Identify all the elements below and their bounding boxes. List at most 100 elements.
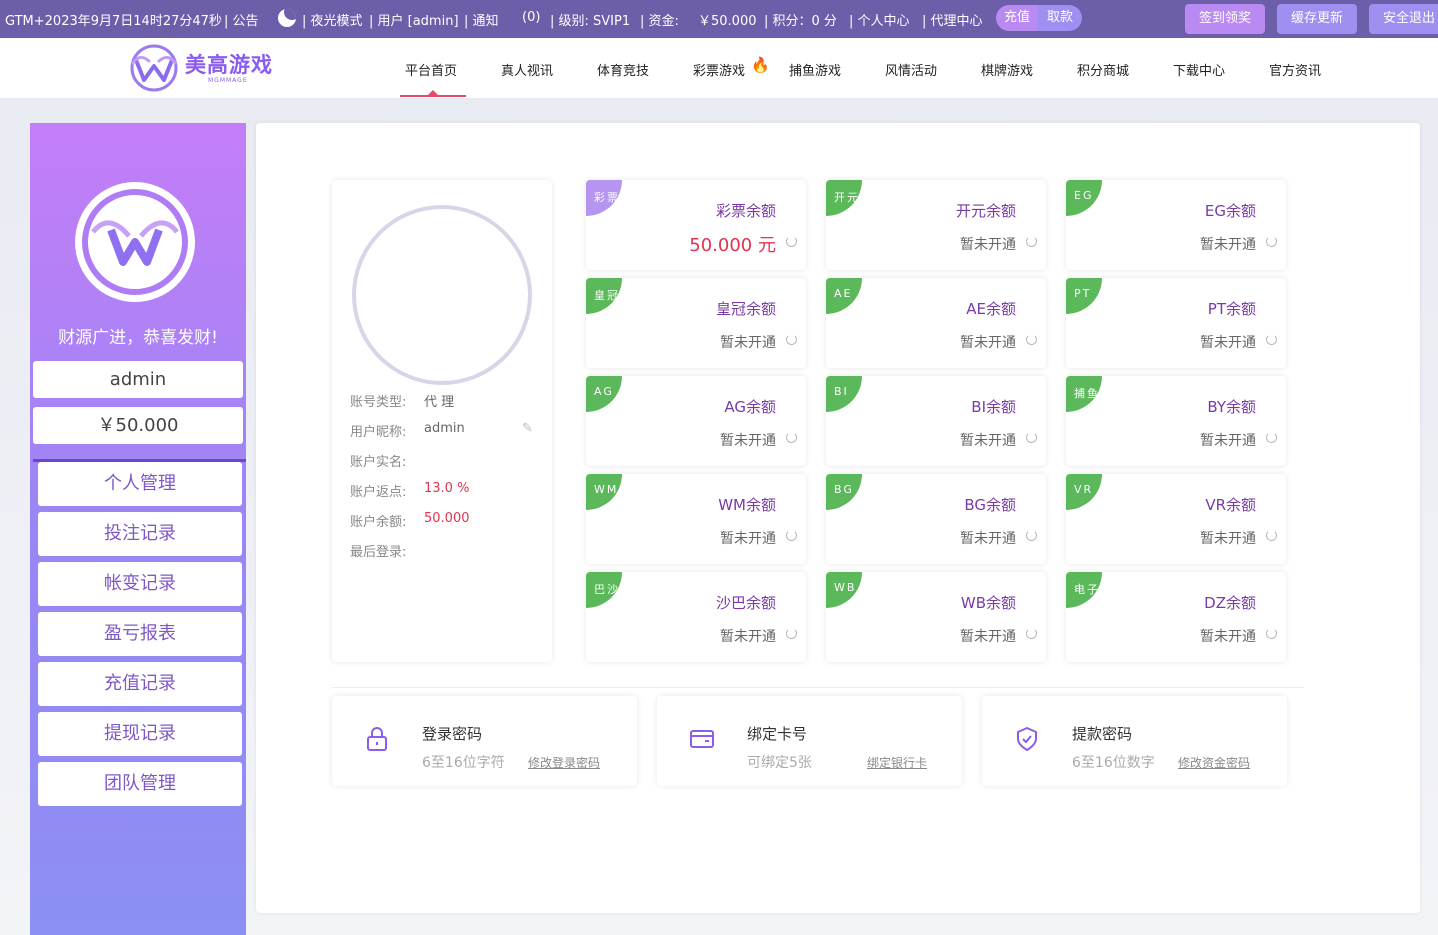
nav-points-mall[interactable]: 积分商城 xyxy=(1077,60,1129,79)
change-login-password-link[interactable]: 修改登录密码 xyxy=(528,754,600,771)
refresh-icon[interactable] xyxy=(1026,530,1037,541)
wallet-title: WB余额 xyxy=(960,594,1016,612)
points-label: | 积分：0 分 xyxy=(764,14,837,29)
wallet-tag: AG xyxy=(594,385,614,398)
sidebar-item-team[interactable]: 团队管理 xyxy=(38,762,242,806)
wallet-status: 暂未开通 xyxy=(720,335,776,351)
profile-label: 账号类型: xyxy=(350,395,407,410)
profile-account-type: 代 理 xyxy=(424,395,455,410)
profile-card: 账号类型: 代 理 用户昵称: admin ✎ 账户实名: 账户返点: 13.0… xyxy=(332,180,552,662)
wallet-title: EG余额 xyxy=(1204,202,1256,220)
wallet-status: 暂未开通 xyxy=(960,335,1016,351)
nav-chess[interactable]: 棋牌游戏 xyxy=(981,60,1033,79)
nav-fishing[interactable]: 捕鱼游戏 xyxy=(789,60,841,79)
section-divider xyxy=(332,687,1304,688)
recharge-button[interactable]: 充值 xyxy=(996,5,1038,31)
refresh-icon[interactable] xyxy=(786,334,797,345)
nav-download[interactable]: 下载中心 xyxy=(1173,60,1225,79)
profile-label: 账户返点: xyxy=(350,485,407,500)
refresh-icon[interactable] xyxy=(1266,530,1277,541)
wallet-status: 暂未开通 xyxy=(1200,433,1256,449)
wallet-title: BG余额 xyxy=(964,496,1016,514)
wallet-tag-badge: AE xyxy=(826,278,862,314)
wallet-tag-badge: 开元 xyxy=(826,180,862,216)
card-icon xyxy=(690,730,714,748)
nav-home[interactable]: 平台首页 xyxy=(405,60,457,79)
wallet-status: 暂未开通 xyxy=(1200,531,1256,547)
logo-text: 美高游戏 xyxy=(185,52,273,77)
wallet-tag-badge: 彩票 xyxy=(586,180,622,216)
wallet-tag-badge: EG xyxy=(1066,180,1102,216)
wallet-card: 彩票 彩票余额 50.000 元 xyxy=(586,180,806,270)
nav-events[interactable]: 风情活动 xyxy=(885,60,937,79)
sidebar-item-profit-report[interactable]: 盈亏报表 xyxy=(38,612,242,656)
nav-active-underline xyxy=(400,95,466,97)
wallet-card: BG BG余额 暂未开通 xyxy=(826,474,1046,564)
wallet-tag: 彩票 xyxy=(594,191,620,204)
refresh-icon[interactable] xyxy=(1266,628,1277,639)
wallet-title: VR余额 xyxy=(1205,496,1256,514)
sidebar-item-bets[interactable]: 投注记录 xyxy=(38,512,242,556)
notice-link[interactable]: | 公告 xyxy=(224,10,259,29)
refresh-icon[interactable] xyxy=(1026,628,1037,639)
level-label: | 级别: SVIP1 xyxy=(550,14,631,29)
profile-label: 用户昵称: xyxy=(350,425,407,440)
wallet-tag: WB xyxy=(834,581,857,594)
refresh-icon[interactable] xyxy=(786,628,797,639)
refresh-icon[interactable] xyxy=(786,530,797,541)
edit-icon[interactable]: ✎ xyxy=(522,421,533,436)
logout-button[interactable]: 安全退出 xyxy=(1369,4,1438,34)
nav-news[interactable]: 官方资讯 xyxy=(1269,60,1321,79)
refresh-icon[interactable] xyxy=(786,236,797,247)
wallet-status: 暂未开通 xyxy=(720,433,776,449)
agent-center-link[interactable]: | 代理中心 xyxy=(922,10,983,29)
sidebar-item-account-changes[interactable]: 帐变记录 xyxy=(38,562,242,606)
slogan: 财源广进，恭喜发财! xyxy=(58,328,218,348)
refresh-icon[interactable] xyxy=(1026,236,1037,247)
wallet-tag: EG xyxy=(1074,189,1094,202)
refresh-icon[interactable] xyxy=(1266,334,1277,345)
refresh-icon[interactable] xyxy=(1266,432,1277,443)
security-title: 登录密码 xyxy=(422,725,483,743)
wallet-tag: 巴沙 xyxy=(594,583,620,596)
wallet-title: 彩票余额 xyxy=(715,202,776,220)
sidebar-item-personal[interactable]: 个人管理 xyxy=(38,462,242,506)
wallet-status: 暂未开通 xyxy=(960,433,1016,449)
cache-update-button[interactable]: 缓存更新 xyxy=(1277,4,1357,34)
wallet-title: 皇冠余额 xyxy=(715,300,776,318)
change-fund-password-link[interactable]: 修改资金密码 xyxy=(1178,754,1250,771)
sidebar-item-recharge-records[interactable]: 充值记录 xyxy=(38,662,242,706)
user-label: | 用户 [admin] xyxy=(369,14,459,29)
nav-live[interactable]: 真人视讯 xyxy=(501,60,553,79)
sidebar-item-withdraw-records[interactable]: 提现记录 xyxy=(38,712,242,756)
moon-icon[interactable] xyxy=(278,9,296,27)
notify-link[interactable]: | 通知 xyxy=(464,10,499,29)
nav-lottery[interactable]: 彩票游戏 xyxy=(693,60,745,79)
bind-bank-card-link[interactable]: 绑定银行卡 xyxy=(867,754,927,771)
wallet-tag-badge: 电子 xyxy=(1066,572,1102,608)
wallet-status: 暂未开通 xyxy=(720,629,776,645)
night-mode-toggle[interactable]: | 夜光模式 xyxy=(302,10,363,29)
wallet-title: BY余额 xyxy=(1207,398,1256,416)
wallet-tag-badge: WB xyxy=(826,572,862,608)
profile-label: 账户实名: xyxy=(350,455,407,470)
wallet-tag: BG xyxy=(834,483,854,496)
funds-label: | 资金: xyxy=(640,14,679,29)
signin-reward-button[interactable]: 签到领奖 xyxy=(1185,4,1265,34)
withdraw-button[interactable]: 取款 xyxy=(1038,5,1082,31)
refresh-icon[interactable] xyxy=(786,432,797,443)
wallet-card: AG AG余额暂未开通 xyxy=(586,376,806,466)
refresh-icon[interactable] xyxy=(1266,236,1277,247)
wallet-title: AG余额 xyxy=(724,398,776,416)
nav-sports[interactable]: 体育竞技 xyxy=(597,60,649,79)
wallet-tag: 捕鱼 xyxy=(1074,387,1100,400)
brand-avatar-icon xyxy=(82,189,188,295)
profile-nickname: admin xyxy=(424,421,465,436)
refresh-icon[interactable] xyxy=(1026,432,1037,443)
personal-center-link[interactable]: | 个人中心 xyxy=(849,10,910,29)
wallet-tag: BI xyxy=(834,385,849,398)
wallet-tag-badge: BG xyxy=(826,474,862,510)
wallet-title: PT余额 xyxy=(1207,300,1256,318)
profile-label: 账户余额: xyxy=(350,515,407,530)
refresh-icon[interactable] xyxy=(1026,334,1037,345)
